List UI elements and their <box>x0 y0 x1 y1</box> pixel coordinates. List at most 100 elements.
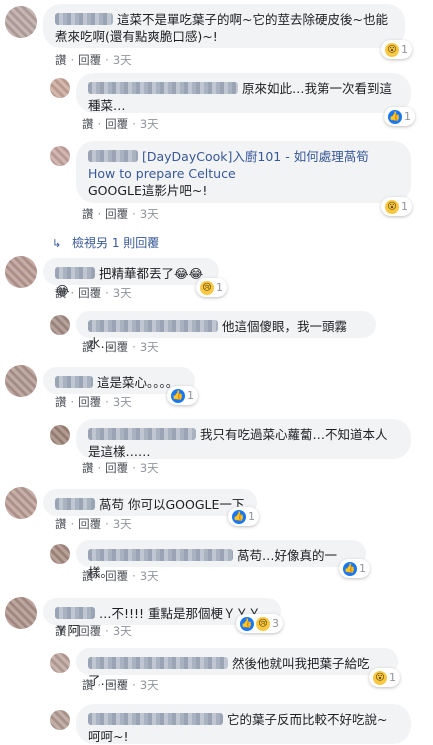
timestamp[interactable]: 3天 <box>140 678 159 692</box>
reaction-summary[interactable]: 😮 1 <box>369 668 400 687</box>
reply-bubble: 原來如此…我第一次看到這種菜… <box>76 73 411 113</box>
like-button[interactable]: 讚 <box>55 395 67 409</box>
commenter-name[interactable] <box>55 267 95 279</box>
avatar[interactable] <box>50 315 70 335</box>
commenter-name[interactable] <box>88 713 223 725</box>
reply-button[interactable]: 回覆 <box>78 53 101 67</box>
like-button[interactable]: 讚 <box>55 624 67 638</box>
reaction-summary[interactable]: 😢 1 <box>196 278 227 297</box>
timestamp[interactable]: 3天 <box>113 286 132 300</box>
separator: · <box>132 340 136 354</box>
view-more-label: 檢視另 1 則回覆 <box>72 236 160 250</box>
timestamp[interactable]: 3天 <box>113 53 132 67</box>
commenter-name[interactable] <box>88 150 138 162</box>
reply-button[interactable]: 回覆 <box>78 395 101 409</box>
reply-button[interactable]: 回覆 <box>105 207 128 221</box>
view-more-replies[interactable]: ↳ 檢視另 1 則回覆 <box>52 234 159 251</box>
comment-actions: 讚 · 回覆 · 3天 <box>82 116 159 132</box>
like-button[interactable]: 讚 <box>82 569 94 583</box>
separator: · <box>70 395 75 409</box>
like-button[interactable]: 讚 <box>82 207 94 221</box>
avatar[interactable] <box>5 597 37 629</box>
avatar[interactable] <box>50 146 70 166</box>
like-button[interactable]: 讚 <box>55 53 67 67</box>
sad-reaction-icon: 😢 <box>256 616 270 631</box>
avatar[interactable] <box>50 425 70 445</box>
reply-bubble: 萵苟…好像真的一樣。 <box>76 540 366 580</box>
comment-text: 萵苟 你可以GOOGLE一下 <box>99 497 245 512</box>
reaction-summary[interactable]: 👍 1 <box>339 559 370 578</box>
commenter-name[interactable] <box>55 607 95 619</box>
like-reaction-icon: 👍 <box>388 109 402 124</box>
timestamp[interactable]: 3天 <box>140 207 159 221</box>
timestamp[interactable]: 3天 <box>140 117 159 131</box>
like-button[interactable]: 讚 <box>55 286 67 300</box>
reaction-summary[interactable]: 😮 1 <box>381 197 412 216</box>
sad-reaction-icon: 😢 <box>200 280 214 295</box>
comment-actions: 讚 · 回覆 · 3天 <box>82 206 159 222</box>
separator: · <box>132 461 136 475</box>
like-button[interactable]: 讚 <box>82 117 94 131</box>
avatar[interactable] <box>5 487 37 519</box>
reaction-count: 1 <box>359 562 366 575</box>
avatar[interactable] <box>5 6 37 38</box>
like-button[interactable]: 讚 <box>82 461 94 475</box>
like-button[interactable]: 讚 <box>82 678 94 692</box>
timestamp[interactable]: 3天 <box>113 395 132 409</box>
avatar[interactable] <box>50 78 70 98</box>
reaction-summary[interactable]: 👍 😢 3 <box>236 614 283 633</box>
separator: · <box>132 678 136 692</box>
avatar[interactable] <box>50 653 70 673</box>
reply-button[interactable]: 回覆 <box>105 340 128 354</box>
reply-button[interactable]: 回覆 <box>105 569 128 583</box>
commenter-name[interactable] <box>88 82 238 94</box>
reply-bubble: 我只有吃過菜心蘿蔔…不知道本人是這樣…… <box>76 419 411 459</box>
avatar[interactable] <box>5 365 37 397</box>
commenter-name[interactable] <box>88 428 196 440</box>
reaction-summary[interactable]: 👍 1 <box>167 386 198 405</box>
timestamp[interactable]: 3天 <box>113 624 132 638</box>
reply-bubble: 它的葉子反而比較不好吃說~呵呵~! <box>76 704 411 744</box>
like-reaction-icon: 👍 <box>343 561 357 576</box>
reply-button[interactable]: 回覆 <box>78 286 101 300</box>
reaction-summary[interactable]: 😮 1 <box>381 40 412 59</box>
reaction-count: 1 <box>401 43 408 56</box>
reaction-count: 1 <box>404 110 411 123</box>
timestamp[interactable]: 3天 <box>113 517 132 531</box>
commenter-name[interactable] <box>55 13 113 25</box>
avatar[interactable] <box>5 256 37 288</box>
timestamp[interactable]: 3天 <box>140 340 159 354</box>
reaction-summary[interactable]: 👍 1 <box>228 507 259 526</box>
separator: · <box>97 678 102 692</box>
reaction-summary[interactable]: 👍 1 <box>384 107 415 126</box>
timestamp[interactable]: 3天 <box>140 569 159 583</box>
separator: · <box>105 517 109 531</box>
like-reaction-icon: 👍 <box>240 616 254 631</box>
reaction-count: 1 <box>187 389 194 402</box>
reply-button[interactable]: 回覆 <box>105 117 128 131</box>
reply-button[interactable]: 回覆 <box>105 678 128 692</box>
commenter-name[interactable] <box>88 320 218 332</box>
commenter-name[interactable] <box>55 376 93 388</box>
commenter-name[interactable] <box>55 498 95 510</box>
separator: · <box>132 569 136 583</box>
like-button[interactable]: 讚 <box>55 517 67 531</box>
commenter-name[interactable] <box>88 549 233 561</box>
comment-actions: 讚 · 回覆 · 3天 <box>55 516 132 532</box>
wow-reaction-icon: 😮 <box>385 199 399 214</box>
reply-button[interactable]: 回覆 <box>78 624 101 638</box>
avatar[interactable] <box>50 544 70 564</box>
like-button[interactable]: 讚 <box>82 340 94 354</box>
timestamp[interactable]: 3天 <box>140 461 159 475</box>
reaction-count: 1 <box>248 510 255 523</box>
avatar[interactable] <box>50 710 70 730</box>
commenter-name[interactable] <box>88 657 228 669</box>
reaction-count: 1 <box>216 281 223 294</box>
reaction-count: 1 <box>389 671 396 684</box>
reply-button[interactable]: 回覆 <box>105 461 128 475</box>
reply-bubble: 他這個傻眼，我一頭霧水… <box>76 311 376 351</box>
comment-actions: 讚 · 回覆 · 3天 <box>55 52 132 68</box>
separator: · <box>105 286 109 300</box>
separator: · <box>97 340 102 354</box>
reply-button[interactable]: 回覆 <box>78 517 101 531</box>
